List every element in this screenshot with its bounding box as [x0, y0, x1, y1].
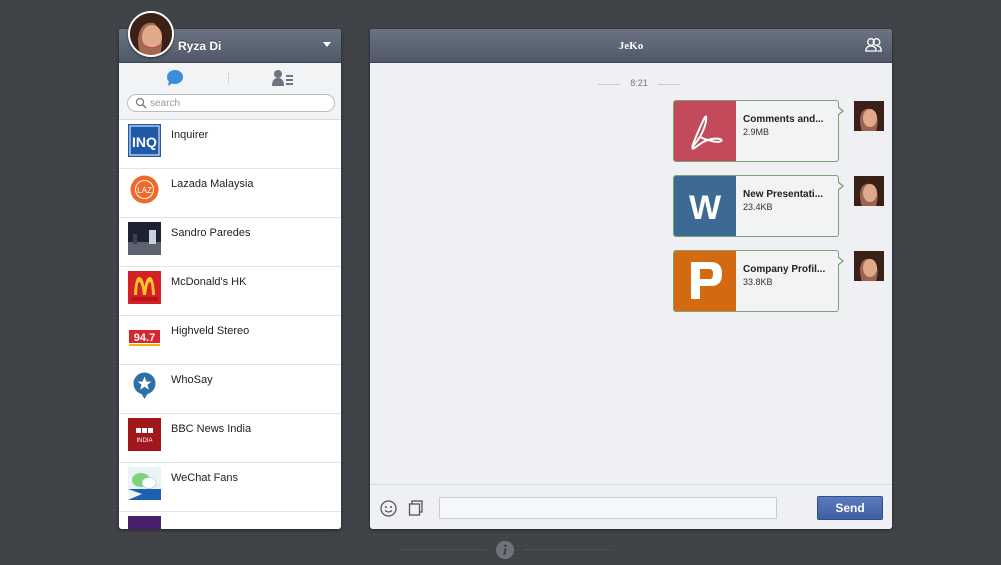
- file-card: Comments and... 2.9MB: [673, 100, 839, 162]
- attach-files-icon[interactable]: [408, 500, 424, 516]
- list-item[interactable]: Sandro Paredes: [119, 218, 341, 267]
- wechat-fans-logo-icon: [128, 467, 161, 500]
- file-message[interactable]: Comments and... 2.9MB: [673, 100, 844, 162]
- tab-divider: [228, 73, 229, 83]
- list-item[interactable]: WhoSay: [119, 365, 341, 414]
- contact-name: Highveld Stereo: [171, 325, 250, 337]
- info-icon[interactable]: [496, 541, 514, 559]
- group-members-icon[interactable]: [865, 37, 882, 52]
- file-name: Comments and...: [743, 114, 824, 125]
- contact-name: McDonald's HK: [171, 276, 247, 288]
- pages-file-icon: [674, 251, 736, 311]
- svg-text:LAZ: LAZ: [137, 186, 152, 195]
- lazada-logo-icon: LAZ: [128, 173, 161, 206]
- message-timestamp: 8:21: [630, 78, 648, 88]
- contact-name: Inquirer: [171, 129, 209, 141]
- contact-list: INQ Inquirer LAZ Lazada Malaysia Sandro …: [119, 120, 341, 529]
- pdf-file-icon: [674, 101, 736, 161]
- file-message[interactable]: Company Profil... 33.8KB: [673, 250, 844, 312]
- bubble-tail: [837, 182, 842, 190]
- chat-header: JeKo: [370, 29, 892, 63]
- divider-line: [658, 84, 680, 85]
- message-composer: Send: [370, 484, 892, 529]
- sidebar-tabs: [119, 63, 341, 91]
- svg-text:INQ: INQ: [132, 134, 157, 150]
- footer-divider: [524, 549, 610, 550]
- mcdonalds-logo-icon: [128, 271, 161, 304]
- footer-divider: [400, 549, 486, 550]
- list-item[interactable]: INDIA BBC News India: [119, 414, 341, 463]
- svg-text:INDIA: INDIA: [136, 438, 152, 444]
- file-size: 2.9MB: [743, 127, 770, 137]
- user-photo-icon: [130, 13, 172, 55]
- search-icon: [135, 97, 147, 109]
- timestamp-divider: 8:21: [370, 78, 892, 90]
- list-item[interactable]: McDonald's HK: [119, 267, 341, 316]
- contact-name: Sandro Paredes: [171, 227, 251, 239]
- divider-line: [598, 84, 620, 85]
- file-card: W New Presentati... 23.4KB: [673, 175, 839, 237]
- highveld-logo-icon: 94.7: [128, 320, 161, 353]
- list-item[interactable]: [119, 512, 341, 529]
- chevron-down-icon[interactable]: [323, 42, 331, 47]
- message-input[interactable]: [439, 497, 777, 519]
- inquirer-logo-icon: INQ: [128, 124, 161, 157]
- chat-window: JeKo 8:21 Comments and... 2.9MB W New Pr…: [370, 29, 892, 529]
- list-item[interactable]: WeChat Fans: [119, 463, 341, 512]
- contact-name: WeChat Fans: [171, 472, 239, 484]
- conversation-sidebar: Ryza Di search INQ Inquirer LAZ Lazada M…: [119, 29, 341, 529]
- next-contact-avatar-icon: [128, 516, 161, 529]
- svg-text:W: W: [689, 189, 722, 227]
- contact-name: BBC News India: [171, 423, 252, 435]
- contact-name: WhoSay: [171, 374, 213, 386]
- word-file-icon: W: [674, 176, 736, 236]
- contact-name: Lazada Malaysia: [171, 178, 254, 190]
- search-row: [119, 91, 341, 120]
- sender-avatar-icon[interactable]: [854, 176, 884, 206]
- chat-title: JeKo: [618, 40, 644, 52]
- list-item[interactable]: 94.7 Highveld Stereo: [119, 316, 341, 365]
- file-size: 33.8KB: [743, 277, 773, 287]
- send-button[interactable]: Send: [817, 496, 883, 520]
- profile-name: Ryza Di: [178, 39, 222, 53]
- bubble-tail: [837, 107, 842, 115]
- photo-avatar-icon: [128, 222, 161, 255]
- bbc-logo-icon: INDIA: [128, 418, 161, 451]
- sender-avatar-icon[interactable]: [854, 101, 884, 131]
- whosay-logo-icon: [128, 369, 161, 402]
- contacts-list-icon[interactable]: [272, 69, 294, 87]
- file-size: 23.4KB: [743, 202, 773, 212]
- file-name: New Presentati...: [743, 189, 824, 200]
- bubble-tail: [837, 257, 842, 265]
- chat-bubble-icon[interactable]: [165, 69, 185, 87]
- sender-avatar-icon[interactable]: [854, 251, 884, 281]
- emoji-icon[interactable]: [380, 500, 397, 517]
- svg-text:94.7: 94.7: [134, 332, 155, 344]
- file-message[interactable]: W New Presentati... 23.4KB: [673, 175, 844, 237]
- list-item[interactable]: LAZ Lazada Malaysia: [119, 169, 341, 218]
- file-name: Company Profil...: [743, 264, 826, 275]
- file-card: Company Profil... 33.8KB: [673, 250, 839, 312]
- search-input[interactable]: [150, 95, 325, 111]
- search-box: [127, 94, 335, 112]
- profile-avatar[interactable]: [128, 11, 174, 57]
- list-item[interactable]: INQ Inquirer: [119, 120, 341, 169]
